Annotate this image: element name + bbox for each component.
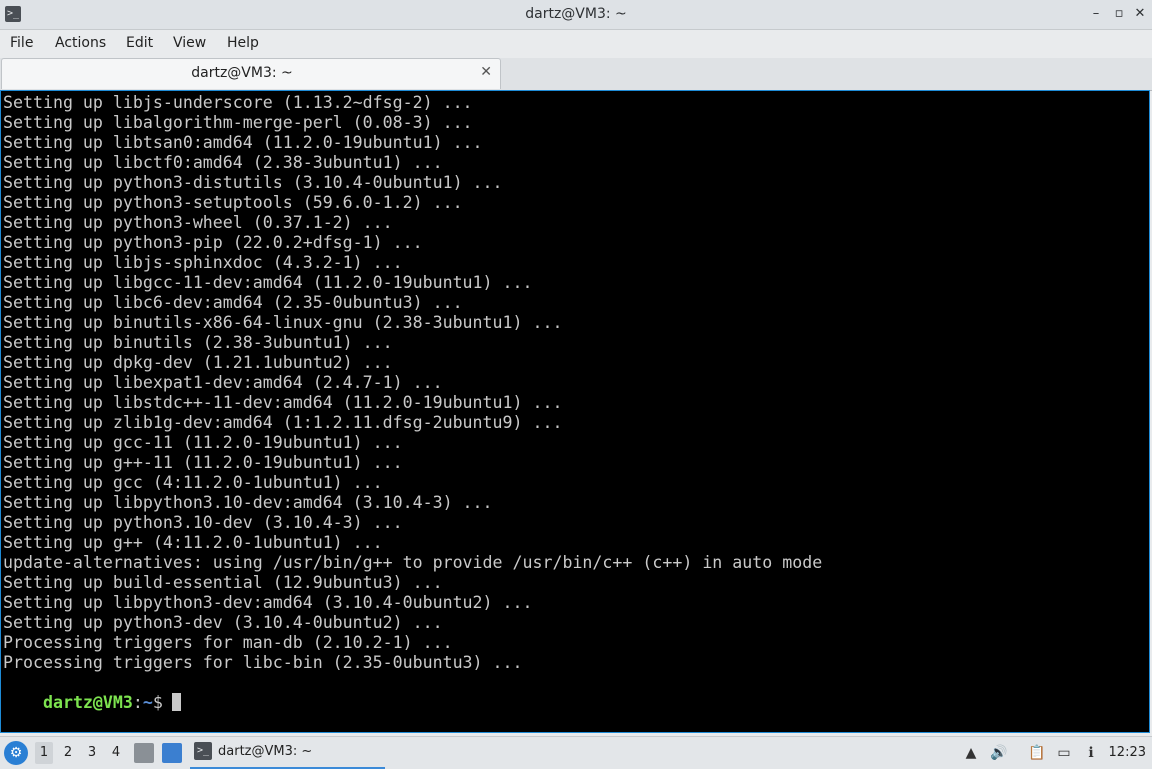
menu-bar: File Actions Edit View Help — [0, 30, 1152, 58]
prompt-path: ~ — [142, 693, 153, 712]
terminal-line: Setting up dpkg-dev (1.21.1ubuntu2) ... — [3, 353, 393, 372]
terminal-line: Setting up zlib1g-dev:amd64 (1:1.2.11.df… — [3, 413, 563, 432]
minimize-button[interactable]: – — [1088, 6, 1104, 22]
network-icon[interactable]: ▭ — [1055, 744, 1073, 762]
terminal-line: Setting up libpython3.10-dev:amd64 (3.10… — [3, 493, 493, 512]
workspace-3[interactable]: 3 — [83, 745, 101, 760]
menu-edit[interactable]: Edit — [126, 35, 153, 51]
terminal-line: Setting up build-essential (12.9ubuntu3)… — [3, 573, 443, 592]
terminal-line: Setting up python3-dev (3.10.4-0ubuntu2)… — [3, 613, 443, 632]
terminal-line: Setting up python3-wheel (0.37.1-2) ... — [3, 213, 393, 232]
terminal-line: Setting up g++ (4:11.2.0-1ubuntu1) ... — [3, 533, 383, 552]
terminal-line: update-alternatives: using /usr/bin/g++ … — [3, 553, 823, 572]
menu-file[interactable]: File — [10, 35, 33, 51]
terminal-line: Setting up python3-setuptools (59.6.0-1.… — [3, 193, 463, 212]
terminal-line: Setting up binutils (2.38-3ubuntu1) ... — [3, 333, 393, 352]
terminal-line: Setting up libstdc++-11-dev:amd64 (11.2.… — [3, 393, 563, 412]
terminal-line: Setting up python3.10-dev (3.10.4-3) ... — [3, 513, 403, 532]
task-label: dartz@VM3: ~ — [218, 744, 313, 759]
clock[interactable]: 12:23 — [1109, 745, 1146, 760]
start-menu-button[interactable]: ⚙ — [4, 741, 28, 765]
menu-view[interactable]: View — [173, 35, 206, 51]
workspace-2[interactable]: 2 — [59, 745, 77, 760]
prompt-symbol: $ — [152, 693, 163, 712]
clipboard-icon[interactable]: 📋 — [1028, 744, 1046, 762]
workspace-4[interactable]: 4 — [107, 745, 125, 760]
terminal-line: Setting up libjs-underscore (1.13.2~dfsg… — [3, 93, 473, 112]
taskbar-terminal-task[interactable]: >_ dartz@VM3: ~ — [190, 737, 385, 769]
workspace-1[interactable]: 1 — [35, 742, 53, 764]
notification-icon[interactable]: ℹ — [1082, 744, 1100, 762]
window-titlebar[interactable]: >_ dartz@VM3: ~ – ▫ ✕ — [0, 0, 1152, 30]
terminal-line: Setting up gcc (4:11.2.0-1ubuntu1) ... — [3, 473, 383, 492]
prompt-user-host: dartz@VM3 — [42, 693, 133, 712]
terminal-task-icon: >_ — [194, 742, 212, 760]
terminal-output[interactable]: Setting up libjs-underscore (1.13.2~dfsg… — [0, 90, 1150, 733]
tray-arrow-icon[interactable]: ▲ — [962, 744, 980, 762]
volume-icon[interactable]: 🔊 — [990, 744, 1008, 762]
show-desktop-icon[interactable] — [162, 743, 182, 763]
prompt-separator: : — [132, 693, 143, 712]
terminal-line: Setting up libctf0:amd64 (2.38-3ubuntu1)… — [3, 153, 443, 172]
terminal-line: Setting up libjs-sphinxdoc (4.3.2-1) ... — [3, 253, 403, 272]
maximize-button[interactable]: ▫ — [1111, 6, 1127, 22]
taskbar: ⚙ 1 2 3 4 >_ dartz@VM3: ~ ▲ 🔊 📋 ▭ ℹ 12:2… — [0, 736, 1152, 769]
terminal-line: Setting up libtsan0:amd64 (11.2.0-19ubun… — [3, 133, 483, 152]
window-title: dartz@VM3: ~ — [525, 6, 627, 22]
tab-terminal[interactable]: dartz@VM3: ~ ✕ — [1, 58, 501, 89]
terminal-cursor — [171, 693, 181, 711]
close-button[interactable]: ✕ — [1132, 6, 1148, 22]
terminal-prompt: dartz@VM3:~$ — [3, 673, 181, 733]
menu-actions[interactable]: Actions — [55, 35, 106, 51]
terminal-line: Setting up libc6-dev:amd64 (2.35-0ubuntu… — [3, 293, 463, 312]
terminal-line: Setting up g++-11 (11.2.0-19ubuntu1) ... — [3, 453, 403, 472]
file-manager-icon[interactable] — [134, 743, 154, 763]
terminal-line: Processing triggers for man-db (2.10.2-1… — [3, 633, 453, 652]
terminal-line: Setting up libpython3-dev:amd64 (3.10.4-… — [3, 593, 533, 612]
menu-help[interactable]: Help — [227, 35, 259, 51]
terminal-line: Setting up python3-distutils (3.10.4-0ub… — [3, 173, 503, 192]
tab-bar: dartz@VM3: ~ ✕ — [0, 58, 1152, 91]
terminal-line: Setting up python3-pip (22.0.2+dfsg-1) .… — [3, 233, 423, 252]
terminal-line: Setting up gcc-11 (11.2.0-19ubuntu1) ... — [3, 433, 403, 452]
terminal-line: Setting up libalgorithm-merge-perl (0.08… — [3, 113, 473, 132]
terminal-line: Setting up libgcc-11-dev:amd64 (11.2.0-1… — [3, 273, 533, 292]
terminal-line: Setting up libexpat1-dev:amd64 (2.4.7-1)… — [3, 373, 443, 392]
tab-label: dartz@VM3: ~ — [191, 65, 293, 81]
terminal-line: Processing triggers for libc-bin (2.35-0… — [3, 653, 523, 672]
terminal-line: Setting up binutils-x86-64-linux-gnu (2.… — [3, 313, 563, 332]
tab-close-icon[interactable]: ✕ — [480, 64, 492, 80]
terminal-lines: Setting up libjs-underscore (1.13.2~dfsg… — [3, 93, 822, 673]
